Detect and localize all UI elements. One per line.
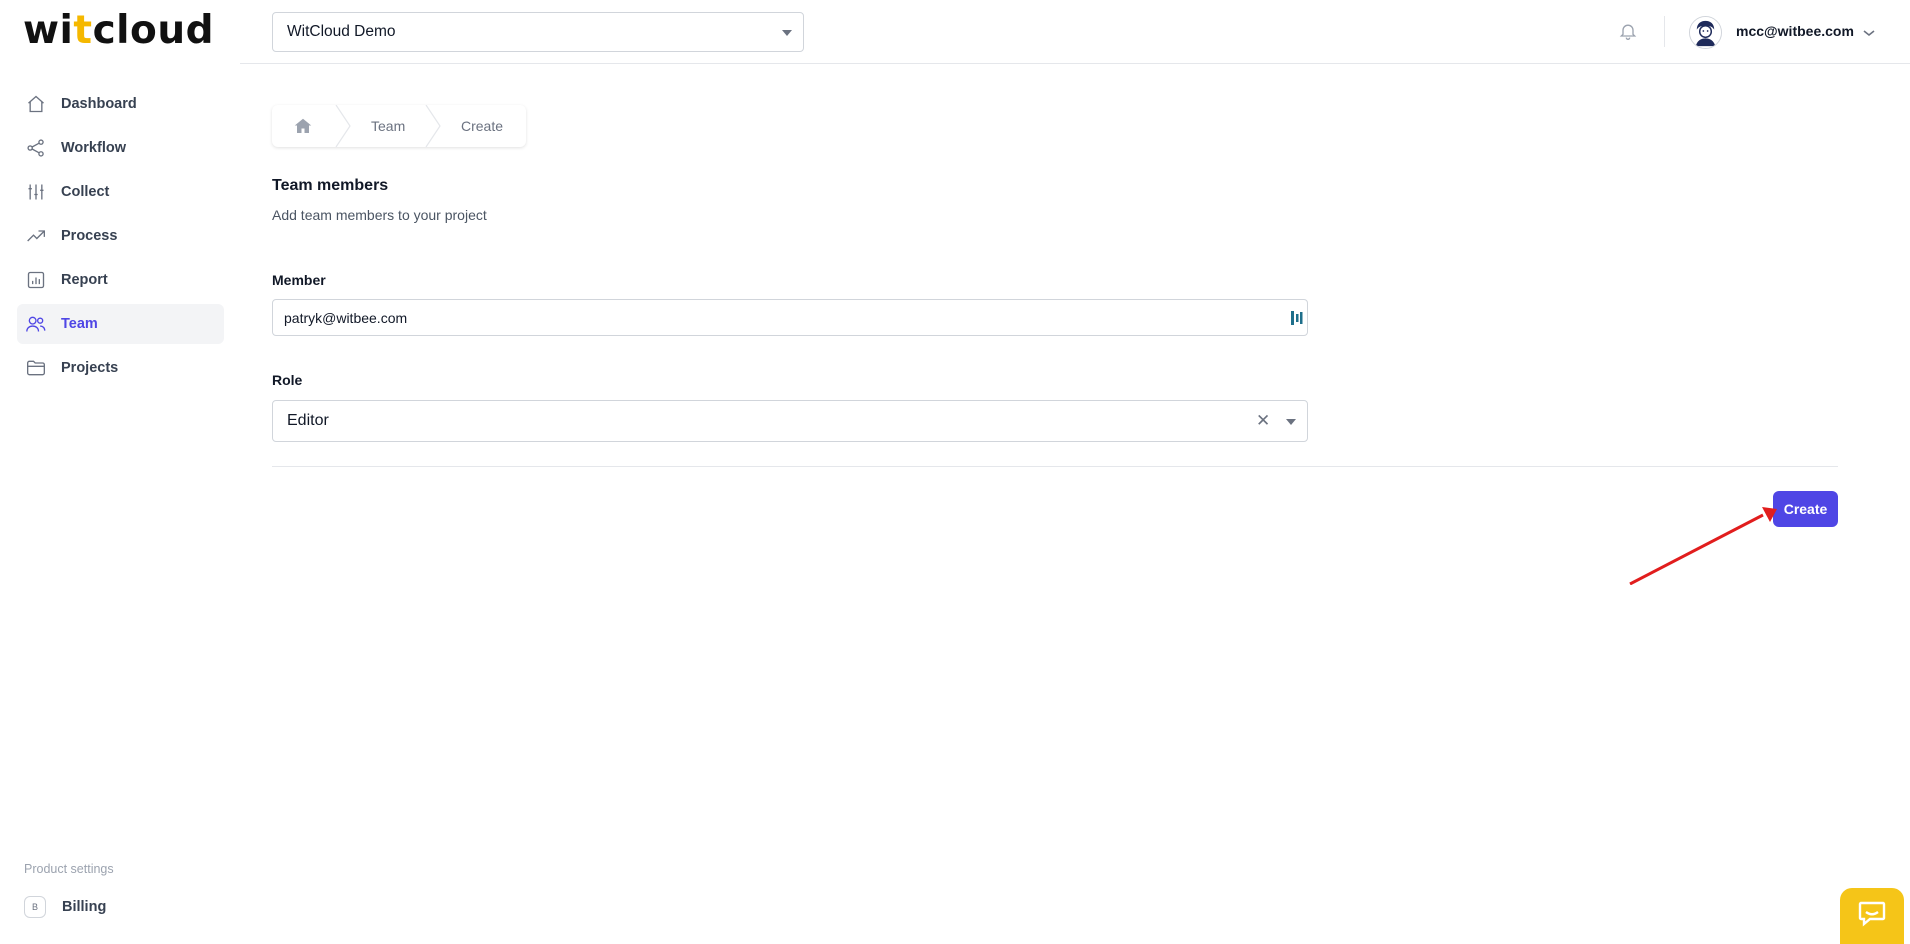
role-label: Role: [272, 372, 303, 388]
trending-up-icon: [25, 225, 47, 247]
sidebar-item-label: Projects: [61, 360, 119, 376]
role-select-value: Editor: [287, 412, 329, 429]
user-email[interactable]: mcc@witbee.com: [1736, 23, 1854, 39]
sidebar-item-label: Team: [61, 316, 98, 332]
page-title: Team members: [272, 177, 389, 194]
sidebar-item-label: Dashboard: [61, 96, 137, 112]
sidebar-item-label: Collect: [61, 184, 110, 200]
sidebar-item-label: Report: [61, 272, 108, 288]
sidebar-item-projects[interactable]: Projects: [17, 348, 224, 388]
form-divider: [272, 466, 1838, 467]
clear-icon[interactable]: ✕: [1256, 411, 1270, 431]
sidebar-item-label: Workflow: [61, 140, 126, 156]
product-settings-heading: Product settings: [24, 862, 114, 876]
sidebar-item-collect[interactable]: Collect: [17, 172, 224, 212]
bell-icon[interactable]: [1618, 20, 1638, 47]
user-avatar[interactable]: [1689, 16, 1722, 49]
folder-icon: [25, 357, 47, 379]
sidebar-item-report[interactable]: Report: [17, 260, 224, 300]
breadcrumb-separator: [335, 105, 351, 147]
caret-down-icon: [782, 30, 792, 36]
sliders-icon: [25, 181, 47, 203]
sidebar-item-process[interactable]: Process: [17, 216, 224, 256]
page-subtitle: Add team members to your project: [272, 207, 487, 223]
sidebar-item-workflow[interactable]: Workflow: [17, 128, 224, 168]
witcloud-logo[interactable]: witcloud: [23, 8, 214, 53]
breadcrumb-item-create: Create: [461, 118, 504, 134]
project-select[interactable]: WitCloud Demo: [272, 12, 804, 52]
chat-icon: [1857, 900, 1887, 933]
sidebar-nav: Dashboard Workflow Collect Process Repor…: [17, 84, 224, 392]
member-label: Member: [272, 272, 326, 288]
password-manager-icon[interactable]: [1291, 310, 1303, 331]
annotation-arrow-icon: [1629, 507, 1777, 585]
sidebar-item-billing[interactable]: B Billing: [24, 896, 106, 918]
breadcrumb-separator: [425, 105, 441, 147]
chat-widget-button[interactable]: [1840, 888, 1904, 944]
bar-chart-icon: [25, 269, 47, 291]
sidebar: witcloud Dashboard Workflow Collect Proc…: [0, 0, 240, 944]
create-button[interactable]: Create: [1773, 491, 1838, 527]
billing-badge-icon: B: [24, 896, 46, 918]
chevron-down-icon[interactable]: [1862, 25, 1876, 43]
member-input[interactable]: [272, 299, 1308, 336]
users-icon: [25, 313, 47, 335]
header-divider: [1664, 16, 1665, 47]
share-icon: [25, 137, 47, 159]
sidebar-item-label: Process: [61, 228, 118, 244]
breadcrumb: Team Create: [272, 105, 526, 147]
breadcrumb-item-team[interactable]: Team: [371, 118, 405, 134]
sidebar-item-dashboard[interactable]: Dashboard: [17, 84, 224, 124]
sidebar-item-team[interactable]: Team: [17, 304, 224, 344]
role-select[interactable]: Editor: [272, 400, 1308, 442]
sidebar-item-label: Billing: [62, 899, 107, 915]
project-select-value: WitCloud Demo: [287, 23, 396, 40]
caret-down-icon[interactable]: [1286, 419, 1296, 425]
home-icon: [25, 93, 47, 115]
top-header: WitCloud Demo mcc@witbee.com: [240, 0, 1910, 64]
home-icon[interactable]: [294, 117, 312, 139]
